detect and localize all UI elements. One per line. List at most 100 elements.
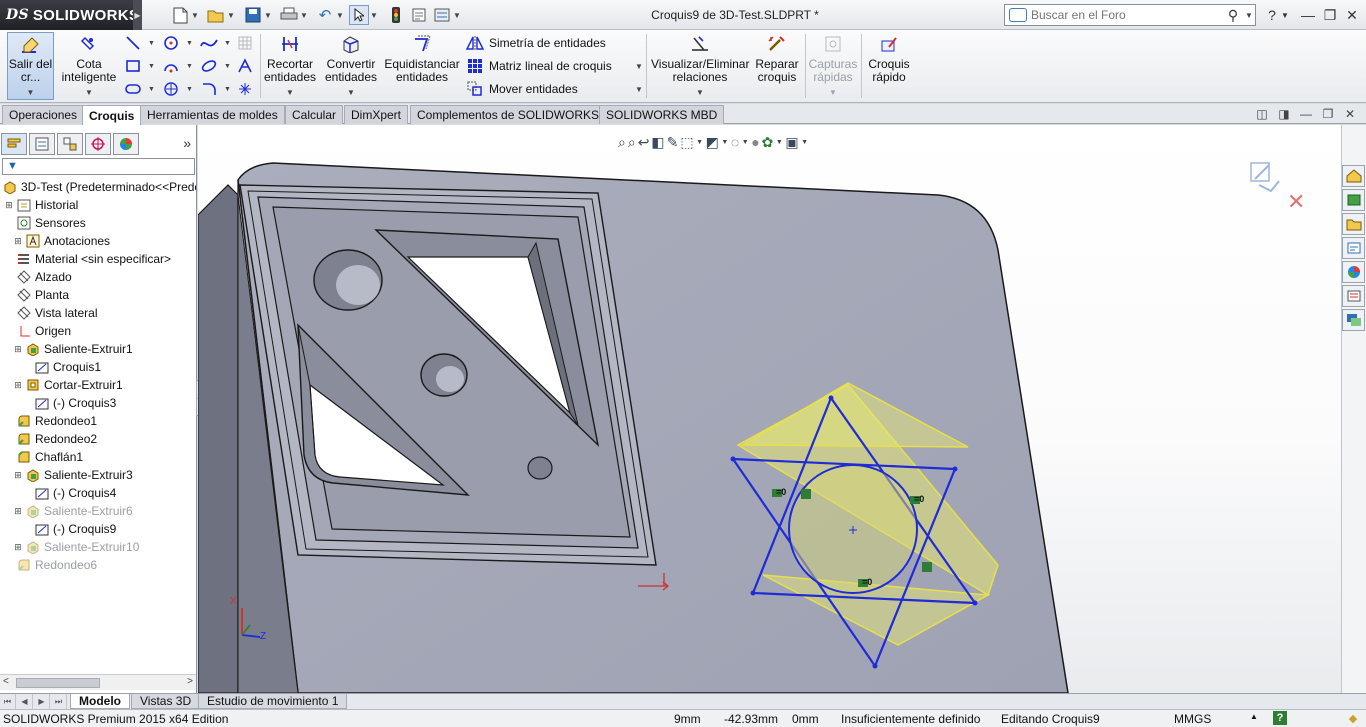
text-icon[interactable] <box>234 56 256 76</box>
tab-calcular[interactable]: Calcular <box>285 105 344 124</box>
tree-item[interactable]: Redondeo6 <box>4 556 97 574</box>
line-icon[interactable] <box>122 33 144 53</box>
prev-tab-icon[interactable]: ◀ <box>17 694 33 709</box>
chevron-down-icon[interactable]: ▼ <box>741 132 749 152</box>
tab-operaciones[interactable]: Operaciones <box>2 105 85 124</box>
tab-modelo[interactable]: Modelo <box>70 694 130 709</box>
tree-item[interactable]: ⊞ Saliente-Extruir1 <box>13 340 133 358</box>
offset-entities-button[interactable]: Equidistanciar entidades <box>384 32 460 100</box>
smart-dimension-button[interactable]: Cota inteligente ▼ <box>60 32 118 100</box>
spline-icon[interactable] <box>198 33 220 53</box>
view-palette-icon[interactable] <box>1342 237 1365 259</box>
chevron-down-icon[interactable]: ▼ <box>148 86 156 93</box>
apply-scene-icon[interactable]: ✿ <box>762 132 774 152</box>
help-icon[interactable]: ? <box>1273 711 1287 725</box>
tree-filter[interactable]: ▼ <box>2 158 195 175</box>
dynamic-annotation-icon[interactable]: ✎ <box>667 132 679 152</box>
ellipse-icon[interactable] <box>198 56 220 76</box>
home-icon[interactable] <box>1342 165 1365 187</box>
point-icon[interactable] <box>234 79 256 99</box>
tree-item[interactable]: (-) Croquis9 <box>22 520 116 538</box>
tree-item[interactable]: Material <sin especificar> <box>4 250 171 268</box>
next-tab-icon[interactable]: ▶ <box>34 694 50 709</box>
cancel-sketch-icon[interactable]: ✕ <box>1287 189 1305 215</box>
arc-icon[interactable] <box>160 56 182 76</box>
tree-item[interactable]: Croquis1 <box>22 358 101 376</box>
file-properties-button[interactable] <box>409 4 429 26</box>
chevron-down-icon[interactable]: ▼ <box>186 63 194 70</box>
view-settings-icon[interactable]: ▣ <box>785 132 798 152</box>
rapid-sketch-button[interactable]: Croquis rápido <box>864 32 914 100</box>
expand-toggle-icon[interactable]: ⊞ <box>13 344 23 355</box>
open-document-button[interactable]: ▼ <box>206 4 235 26</box>
sketch-definition-status[interactable]: Insuficientemente definido <box>841 712 980 726</box>
rectangle-icon[interactable] <box>122 56 144 76</box>
new-document-button[interactable]: ▼ <box>170 4 199 26</box>
chevron-down-icon[interactable]: ▼ <box>336 11 344 20</box>
chevron-down-icon[interactable]: ▼ <box>635 62 643 71</box>
chevron-down-icon[interactable]: ▼ <box>1243 11 1255 20</box>
exit-sketch-button[interactable]: Salir del cr... ▼ <box>7 32 54 100</box>
section-view-icon[interactable]: ◧ <box>651 132 664 152</box>
chevron-down-icon[interactable]: ▼ <box>191 11 199 20</box>
tree-item[interactable]: ⊞ Cortar-Extruir1 <box>13 376 122 394</box>
tab-estudio-de-movimiento[interactable]: Estudio de movimiento 1 <box>198 694 348 709</box>
tab-herramientas-de-moldes[interactable]: Herramientas de moldes <box>140 105 285 124</box>
minimize-icon[interactable]: — <box>1298 6 1318 24</box>
chevron-down-icon[interactable]: ▼ <box>370 11 378 20</box>
mirror-entities-button[interactable]: Simetría de entidades <box>465 33 606 53</box>
chevron-down-icon[interactable]: ▼ <box>696 132 704 152</box>
restore-icon[interactable]: ❐ <box>1320 106 1336 121</box>
sketch-fillet-icon[interactable] <box>198 79 220 99</box>
tree-item[interactable]: Chaflán1 <box>4 448 83 466</box>
solidworks-logo[interactable]: DS SOLIDWORKS <box>0 0 139 30</box>
chevron-down-icon[interactable]: ▼ <box>829 86 837 99</box>
chevron-down-icon[interactable]: ▼ <box>227 11 235 20</box>
horizontal-scrollbar[interactable]: < > <box>0 674 196 690</box>
chevron-down-icon[interactable]: ▼ <box>224 86 232 93</box>
dimxpert-manager-tab[interactable] <box>85 133 111 155</box>
chevron-down-icon[interactable]: ▼ <box>148 63 156 70</box>
options-button[interactable]: ▼ <box>432 4 461 26</box>
print-button[interactable]: ▼ <box>279 4 308 26</box>
close-icon[interactable]: ✕ <box>1342 106 1358 121</box>
forum-search[interactable]: ⚲ ▼ <box>1004 4 1256 26</box>
tree-item[interactable]: Planta <box>4 286 69 304</box>
feature-manager-tab[interactable] <box>1 133 27 155</box>
expand-toggle-icon[interactable]: ⊞ <box>13 236 23 247</box>
chevron-down-icon[interactable]: ▼ <box>85 86 93 99</box>
polygon-icon[interactable] <box>160 79 182 99</box>
trim-entities-button[interactable]: Recortar entidades ▼ <box>262 32 318 100</box>
chevron-up-icon[interactable]: ▲ <box>1250 712 1258 721</box>
circle-icon[interactable] <box>160 33 182 53</box>
tree-item[interactable]: ⊞ Historial <box>4 196 78 214</box>
tree-item[interactable]: Redondeo2 <box>4 430 97 448</box>
search-icon[interactable]: ⚲ <box>1223 7 1243 24</box>
help-icon[interactable]: ? <box>1262 6 1282 24</box>
tag-icon[interactable]: ◆ <box>1346 711 1360 725</box>
chevron-down-icon[interactable]: ▼ <box>224 40 232 47</box>
move-entities-button[interactable]: Mover entidades ▼ <box>465 79 643 99</box>
tree-item[interactable]: Origen <box>4 322 71 340</box>
chevron-down-icon[interactable]: ▼ <box>264 11 272 20</box>
chevron-down-icon[interactable]: ▼ <box>148 40 156 47</box>
repair-sketch-button[interactable]: Reparar croquis <box>754 32 800 100</box>
zoom-to-fit-icon[interactable]: ⌕ <box>618 132 626 152</box>
display-manager-tab[interactable] <box>113 133 139 155</box>
design-library-icon[interactable] <box>1342 189 1365 211</box>
expand-toggle-icon[interactable]: ⊞ <box>13 470 23 481</box>
expand-toggle-icon[interactable]: ⊞ <box>13 506 23 517</box>
chevron-down-icon[interactable]: ▼ <box>453 11 461 20</box>
save-button[interactable]: ▼ <box>243 4 272 26</box>
graphics-area[interactable]: =0 =0 =0 X Z ⌕ ⌕ ↩ ◧ ✎ ⬚ ▼ ◩ ▼ ◌ ▼ ● ✿ ▼ ▣ ▼ … <box>198 125 1341 693</box>
chevron-down-icon[interactable]: ▼ <box>721 132 729 152</box>
chevron-right-icon[interactable]: » <box>183 135 191 151</box>
tree-item[interactable]: Alzado <box>4 268 72 286</box>
minimize-icon[interactable]: — <box>1298 106 1314 121</box>
tile-left-icon[interactable]: ◫ <box>1254 106 1270 121</box>
property-manager-tab[interactable] <box>29 133 55 155</box>
rebuild-button[interactable] <box>386 4 406 26</box>
chevron-down-icon[interactable]: ▼ <box>286 86 294 99</box>
last-tab-icon[interactable]: ⏭ <box>51 694 67 709</box>
zoom-to-area-icon[interactable]: ⌕ <box>628 132 636 152</box>
